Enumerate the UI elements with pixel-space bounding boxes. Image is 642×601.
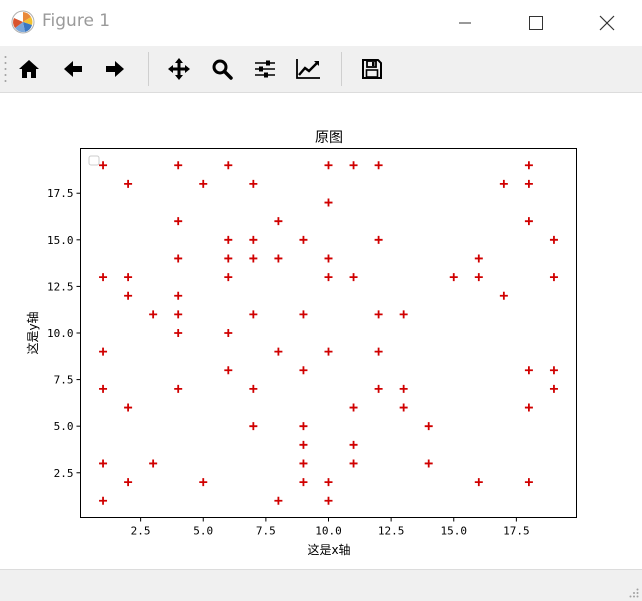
floppy-disk-icon (362, 59, 382, 79)
x-axis-label: 这是x轴 (307, 542, 350, 557)
navigation-toolbar (0, 46, 642, 93)
y-axis-label: 这是y轴 (25, 311, 40, 354)
minimize-icon (459, 22, 471, 24)
window-titlebar: Figure 1 (0, 0, 642, 46)
y-tick-label: 10.0 (47, 327, 74, 340)
forward-button[interactable] (98, 52, 132, 86)
arrow-left-icon (64, 61, 82, 77)
minimize-button[interactable] (442, 0, 488, 46)
figure-canvas[interactable]: 原图 2.5 5.0 7.5 10.0 12.5 15.0 17.5 2.5 5.0 7.5 10… (0, 93, 642, 569)
x-tick-label: 7.5 (256, 525, 276, 538)
x-tick-label: 2.5 (131, 525, 151, 538)
back-button[interactable] (56, 52, 90, 86)
close-icon (599, 15, 615, 31)
x-tick-label: 12.5 (378, 525, 405, 538)
y-tick-label: 17.5 (47, 187, 74, 200)
y-tick-label: 15.0 (47, 234, 74, 247)
toolbar-separator (148, 52, 149, 86)
close-button[interactable] (584, 0, 630, 46)
x-tick-label: 17.5 (503, 525, 530, 538)
x-tick-label: 15.0 (441, 525, 468, 538)
save-button[interactable] (355, 52, 389, 86)
legend-box (88, 155, 100, 166)
y-tick-label: 12.5 (47, 280, 74, 293)
status-bar (0, 569, 642, 601)
resize-grip-icon[interactable] (629, 588, 639, 598)
line-chart-icon (296, 59, 320, 79)
matplotlib-logo-icon (10, 9, 36, 35)
sliders-icon (255, 60, 275, 78)
home-button[interactable] (12, 52, 46, 86)
move-arrows-icon (168, 58, 190, 80)
y-axis: 2.5 5.0 7.5 10.0 12.5 15.0 17.5 (47, 187, 81, 480)
maximize-button[interactable] (513, 0, 559, 46)
window-title: Figure 1 (42, 11, 111, 31)
x-tick-label: 5.0 (193, 525, 213, 538)
maximize-icon (529, 16, 543, 30)
magnifier-icon (212, 59, 233, 80)
y-tick-label: 7.5 (54, 374, 74, 387)
zoom-button[interactable] (205, 52, 239, 86)
scatter-chart: 原图 2.5 5.0 7.5 10.0 12.5 15.0 17.5 2.5 5.0 7.5 10… (25, 130, 577, 557)
y-tick-label: 5.0 (54, 420, 74, 433)
x-tick-label: 10.0 (315, 525, 342, 538)
pan-button[interactable] (162, 52, 196, 86)
arrow-right-icon (106, 61, 124, 77)
toolbar-grip-icon (4, 56, 7, 82)
toolbar-separator (341, 52, 342, 86)
subplots-button[interactable] (248, 52, 282, 86)
y-tick-label: 2.5 (54, 467, 74, 480)
x-axis: 2.5 5.0 7.5 10.0 12.5 15.0 17.5 (131, 517, 530, 538)
edit-axes-button[interactable] (291, 52, 325, 86)
home-icon (19, 60, 39, 78)
chart-title: 原图 (315, 130, 343, 146)
